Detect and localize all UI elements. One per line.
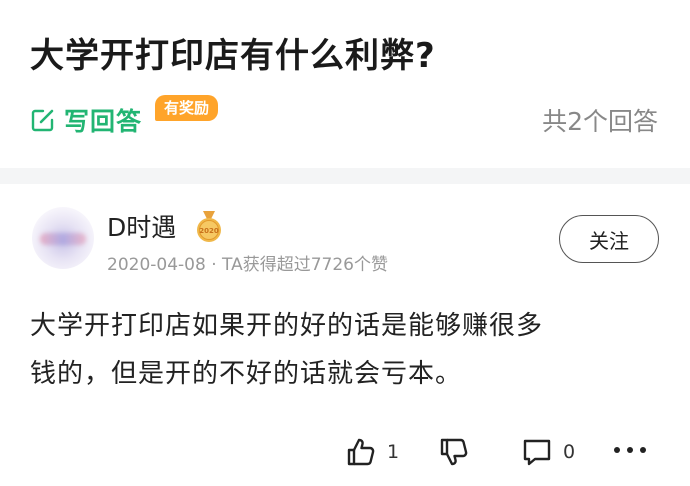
comment-button[interactable]: 0 — [521, 436, 575, 468]
answer-body-line-1: 大学开打印店如果开的好的话是能够赚很多 — [30, 311, 544, 341]
edit-square-icon — [30, 107, 56, 133]
like-count: 1 — [387, 441, 400, 463]
answer-actions: 1 0 — [0, 432, 690, 474]
answer-card: D时遇 2020 2020-04-08 · TA获得超过7726个赞 关注 大学… — [0, 184, 690, 486]
more-button[interactable] — [612, 444, 648, 456]
more-dots-icon — [612, 444, 648, 456]
thumbs-up-icon — [345, 436, 377, 468]
reward-badge: 有奖励 — [155, 95, 219, 121]
answer-body-line-2: 钱的，但是开的不好的话就会亏本。 — [30, 359, 463, 389]
avatar[interactable] — [32, 207, 94, 269]
section-divider — [0, 168, 690, 184]
thumbs-down-icon — [438, 436, 470, 468]
question-title: 大学开打印店有什么利弊? — [30, 36, 436, 76]
zhidao-answer-page: 大学开打印店有什么利弊? 写回答 有奖励 共2个回答 D时遇 2020 2020… — [0, 0, 690, 486]
write-answer-button[interactable]: 写回答 — [30, 102, 142, 138]
answer-meta: 2020-04-08 · TA获得超过7726个赞 — [107, 255, 388, 275]
author-name[interactable]: D时遇 — [107, 208, 176, 244]
write-answer-label: 写回答 — [64, 107, 143, 136]
question-card: 大学开打印店有什么利弊? 写回答 有奖励 共2个回答 — [0, 0, 690, 168]
comment-count: 0 — [563, 441, 576, 463]
medal-year: 2020 — [199, 227, 219, 235]
medal-icon: 2020 — [194, 209, 224, 245]
answer-count: 共2个回答 — [542, 107, 658, 136]
avatar-image — [40, 233, 86, 245]
answer-body: 大学开打印店如果开的好的话是能够赚很多 钱的，但是开的不好的话就会亏本。 — [30, 302, 660, 398]
comment-bubble-icon — [521, 436, 553, 468]
like-button[interactable]: 1 — [345, 436, 399, 468]
follow-button[interactable]: 关注 — [559, 215, 659, 263]
dislike-button[interactable] — [438, 436, 470, 468]
